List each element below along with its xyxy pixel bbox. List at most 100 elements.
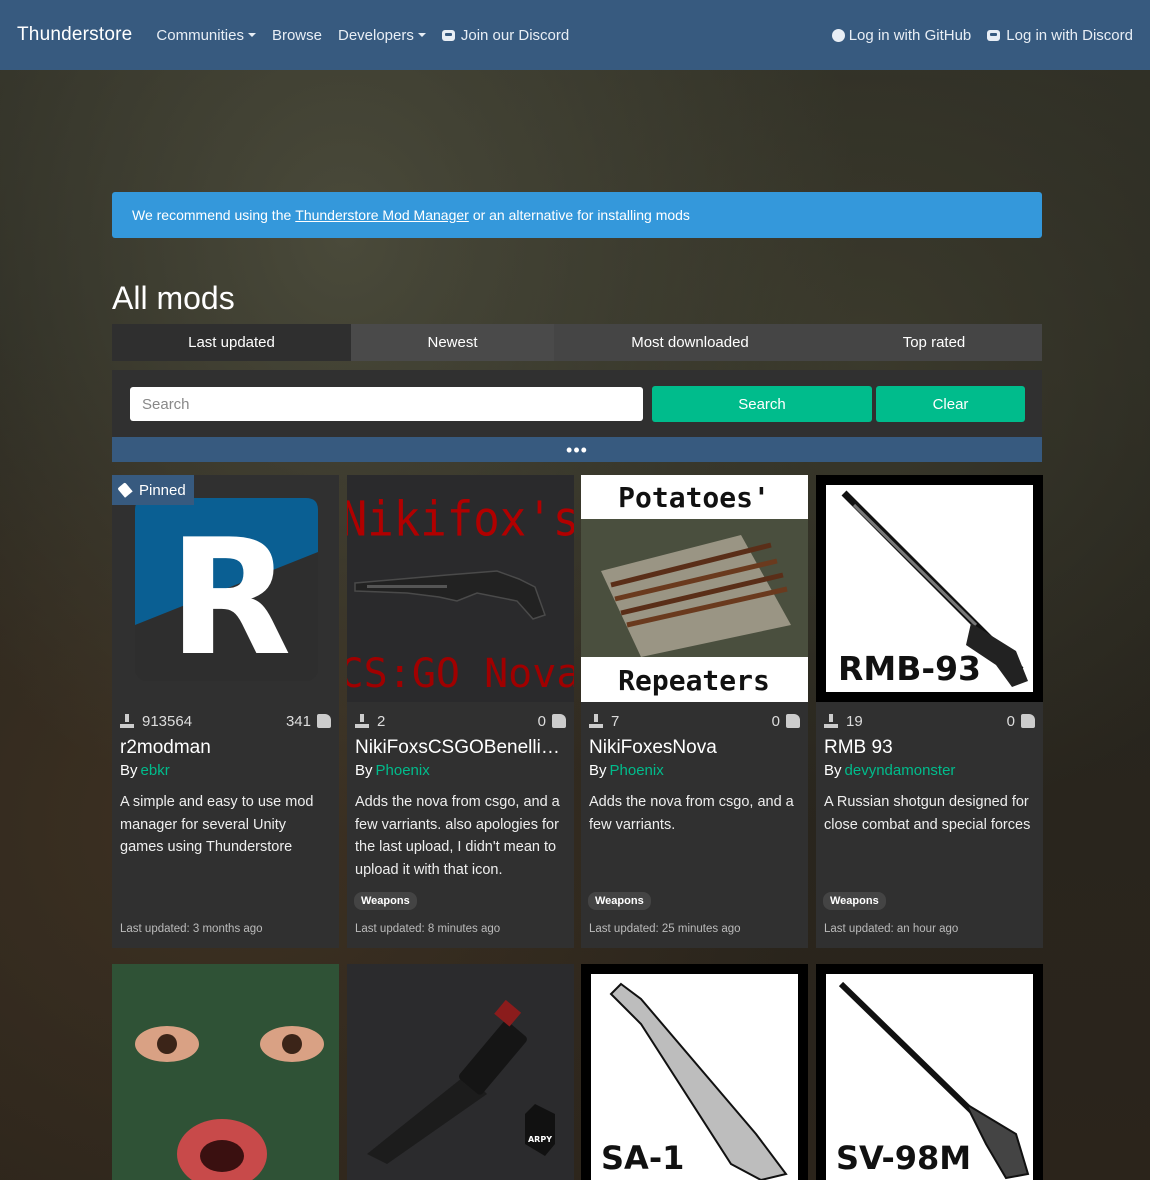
shotgun-image: RMB-93 xyxy=(838,490,1028,688)
thumbs-up-icon xyxy=(552,714,566,728)
mod-author: By Phoenix xyxy=(355,762,430,779)
last-updated: Last updated: 8 minutes ago xyxy=(355,923,501,935)
mod-thumbnail[interactable]: Potatoes' Repeaters xyxy=(581,475,808,702)
mod-name[interactable]: RMB 93 xyxy=(824,737,1035,759)
author-link[interactable]: ebkr xyxy=(141,762,170,779)
navbar: Thunderstore Communities Browse Develope… xyxy=(0,0,1150,70)
rating: 341 xyxy=(286,713,331,730)
download-icon xyxy=(589,714,603,728)
search-button[interactable]: Search xyxy=(652,386,872,422)
chevron-down-icon xyxy=(247,33,256,37)
category-tag[interactable]: Weapons xyxy=(588,892,651,910)
mod-card[interactable]: SV-98M xyxy=(816,964,1043,1180)
login-github-label: Log in with GitHub xyxy=(848,26,972,44)
rifle-image: SV-98M xyxy=(826,974,1033,1180)
image-title-top: Potatoes' xyxy=(618,481,770,514)
author-link[interactable]: devyndamonster xyxy=(845,762,956,779)
download-icon xyxy=(824,714,838,728)
rating: 0 xyxy=(538,713,566,730)
download-count: 19 xyxy=(846,712,863,730)
tab-newest[interactable]: Newest xyxy=(351,324,554,361)
image-title-bottom: Repeaters xyxy=(618,664,770,697)
discord-icon xyxy=(987,29,1001,41)
download-icon xyxy=(355,714,369,728)
sort-tabs: Last updated Newest Most downloaded Top … xyxy=(112,324,1042,361)
mod-card[interactable]: ARPY xyxy=(347,964,574,1180)
mod-name[interactable]: NikiFoxsCSGOBenelliN... xyxy=(355,737,566,759)
image-label: RMB-93 xyxy=(838,649,981,688)
mod-card[interactable]: Nikifox's CS:GO Nova 2 0 NikiFoxsCSGOBen… xyxy=(347,475,574,948)
like-count: 341 xyxy=(285,712,311,730)
image-title-bottom: CS:GO Nova xyxy=(347,651,574,697)
mod-card[interactable]: RMB-93 19 0 RMB 93 By devyndamonster A Ru… xyxy=(816,475,1043,948)
image-label: SV-98M xyxy=(836,1139,971,1177)
mod-author: By devyndamonster xyxy=(824,762,955,779)
filters-expand-toggle[interactable]: ••• xyxy=(112,437,1042,462)
like-count: 0 xyxy=(771,712,780,730)
mask-face-image xyxy=(112,964,339,1180)
mod-name[interactable]: r2modman xyxy=(120,737,331,759)
mod-card[interactable]: Pinned R 913564 341 r2modman By ebkr A si… xyxy=(112,475,339,948)
like-count: 0 xyxy=(1006,712,1015,730)
like-count: 0 xyxy=(537,712,546,730)
rifle-image: SA-1 xyxy=(591,974,798,1180)
mod-author: By ebkr xyxy=(120,762,170,779)
nav-browse[interactable]: Browse xyxy=(272,27,322,44)
by-label: By xyxy=(824,762,842,779)
mod-description: Adds the nova from csgo, and a few varri… xyxy=(355,794,560,878)
mod-name[interactable]: NikiFoxesNova xyxy=(589,737,800,759)
author-link[interactable]: Phoenix xyxy=(610,762,664,779)
alert-prefix: We recommend using the xyxy=(132,207,292,223)
thumbs-up-icon xyxy=(317,714,331,728)
author-link[interactable]: Phoenix xyxy=(376,762,430,779)
download-count: 7 xyxy=(611,712,620,730)
discord-icon xyxy=(441,29,455,41)
nav-join-discord[interactable]: Join our Discord xyxy=(441,27,569,44)
thumbs-up-icon xyxy=(1021,714,1035,728)
rating: 0 xyxy=(772,713,800,730)
search-input[interactable] xyxy=(130,387,643,421)
mod-manager-link[interactable]: Thunderstore Mod Manager xyxy=(295,207,469,223)
login-github-link[interactable]: Log in with GitHub xyxy=(831,26,972,44)
download-icon xyxy=(120,714,134,728)
by-label: By xyxy=(589,762,607,779)
login-discord-link[interactable]: Log in with Discord xyxy=(987,27,1133,44)
mod-stats: 2 0 xyxy=(355,711,566,731)
github-icon xyxy=(831,28,845,42)
rating: 0 xyxy=(1007,713,1035,730)
knife-image: ARPY xyxy=(367,999,555,1164)
mod-card[interactable] xyxy=(112,964,339,1180)
last-updated: Last updated: 25 minutes ago xyxy=(589,923,741,935)
nav-communities[interactable]: Communities xyxy=(156,27,256,44)
mod-thumbnail[interactable]: Nikifox's CS:GO Nova xyxy=(347,475,574,702)
by-label: By xyxy=(355,762,373,779)
tab-top-rated[interactable]: Top rated xyxy=(826,324,1042,361)
mod-card[interactable]: SA-1 xyxy=(581,964,808,1180)
mod-stats: 913564 341 xyxy=(120,711,331,731)
clear-button[interactable]: Clear xyxy=(876,386,1025,422)
arpy-badge: ARPY xyxy=(528,1135,552,1144)
tab-last-updated[interactable]: Last updated xyxy=(112,324,351,361)
tab-most-downloaded[interactable]: Most downloaded xyxy=(554,324,826,361)
nav-developers[interactable]: Developers xyxy=(338,27,426,44)
mod-thumbnail[interactable]: RMB-93 xyxy=(816,475,1043,702)
category-tag[interactable]: Weapons xyxy=(354,892,417,910)
brand-logo[interactable]: Thunderstore xyxy=(17,24,132,46)
pinned-badge: Pinned xyxy=(112,475,194,505)
r2modman-logo: R xyxy=(135,498,318,691)
category-tag[interactable]: Weapons xyxy=(823,892,886,910)
shotgun-image: Nikifox's CS:GO Nova xyxy=(347,491,574,697)
last-updated: Last updated: an hour ago xyxy=(824,923,959,935)
logo-letter: R xyxy=(168,504,291,691)
mod-card[interactable]: Potatoes' Repeaters 7 0 NikiFoxesNova By… xyxy=(581,475,808,948)
thumbs-up-icon xyxy=(786,714,800,728)
mod-stats: 19 0 xyxy=(824,711,1035,731)
chevron-down-icon xyxy=(417,33,426,37)
image-label: SA-1 xyxy=(601,1139,684,1177)
image-title-top: Nikifox's xyxy=(347,491,574,548)
download-count: 2 xyxy=(377,712,386,730)
mod-thumbnail[interactable]: Pinned R xyxy=(112,475,339,702)
nav-right: Log in with GitHub Log in with Discord xyxy=(816,27,1133,44)
mod-stats: 7 0 xyxy=(589,711,800,731)
nav-communities-label: Communities xyxy=(156,26,244,44)
